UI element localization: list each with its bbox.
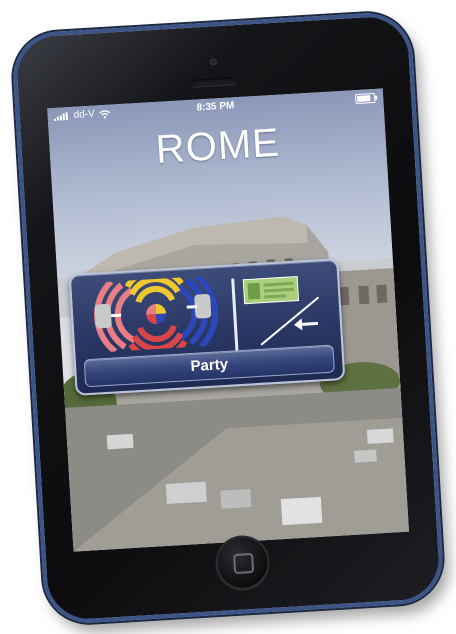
home-button-icon [233, 552, 255, 575]
split-bill-icon[interactable] [81, 274, 231, 354]
earpiece-speaker [190, 77, 238, 87]
front-camera [209, 58, 217, 66]
panel-divider [231, 278, 239, 353]
split-bill-panel: max 5 Party [68, 258, 346, 396]
banknote-icon [242, 276, 300, 305]
home-button[interactable] [213, 534, 272, 592]
arrow-left-icon [294, 318, 319, 331]
battery-level [357, 95, 371, 102]
battery-icon [354, 92, 376, 105]
phone-left-icon [94, 303, 112, 329]
payment-graphic [242, 276, 320, 346]
